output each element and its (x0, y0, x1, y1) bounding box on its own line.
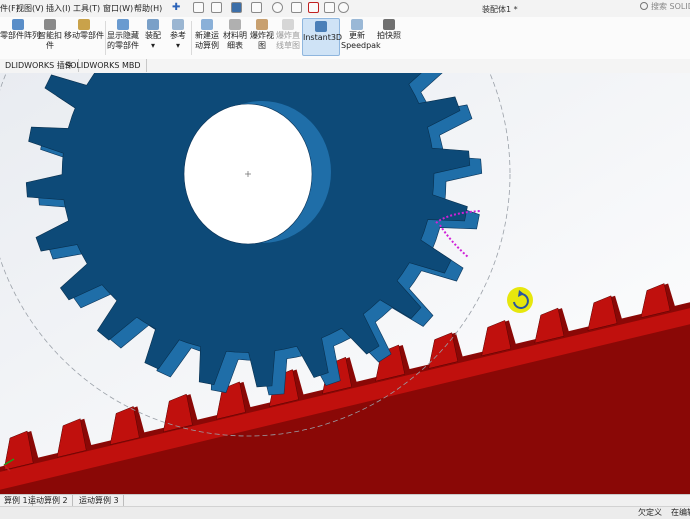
save-icon[interactable] (231, 2, 242, 13)
exploded-view-button[interactable]: 爆炸视 图 (250, 19, 274, 51)
print-icon[interactable] (251, 2, 262, 13)
search-icon (640, 2, 648, 10)
assembly-features-icon (147, 19, 159, 30)
take-snapshot-button[interactable]: 拍快照 (377, 19, 401, 41)
component-pattern-button[interactable]: 零部件阵列 (0, 19, 40, 41)
menu-insert[interactable]: 插入(I) (46, 3, 71, 14)
show-hidden-components-button[interactable]: 显示隐藏 的零部件 (107, 19, 139, 51)
rebuild-icon[interactable] (308, 2, 319, 13)
component-pattern-icon (12, 19, 24, 30)
open-document-icon[interactable] (211, 2, 222, 13)
instant3d-icon (315, 21, 327, 32)
update-speedpak-button[interactable]: 更新 Speedpak (341, 19, 381, 51)
assembly-features-button[interactable]: 装配 ▾ (143, 19, 163, 51)
command-manager-ribbon: 零部件阵列 智能扣 件 移动零部件 显示隐藏 的零部件 装配 ▾ 参考 ▾ 新建… (0, 17, 690, 60)
pin-icon[interactable]: ✚ (172, 2, 180, 13)
menu-tools[interactable]: 工具(T) (73, 3, 100, 14)
document-title: 装配体1 * (482, 5, 518, 14)
reference-geometry-icon (172, 19, 184, 30)
snapshot-icon (383, 19, 395, 30)
new-document-icon[interactable] (193, 2, 204, 13)
menu-window[interactable]: 窗口(W) (103, 3, 133, 14)
reference-geometry-button[interactable]: 参考 ▾ (168, 19, 188, 51)
move-component-icon (78, 19, 90, 30)
explode-line-sketch-icon (282, 19, 294, 30)
bill-of-materials-button[interactable]: 材料明 细表 (223, 19, 247, 51)
tab-motion-study-2[interactable]: 运动算例 2 (24, 495, 73, 506)
tab-motion-study-3[interactable]: 运动算例 3 (75, 495, 124, 506)
explode-line-sketch-button[interactable]: 爆炸直 线草图 (276, 19, 300, 51)
graphics-canvas (0, 0, 690, 494)
ribbon-separator (105, 21, 106, 55)
move-component-button[interactable]: 移动零部件 (64, 19, 104, 41)
status-bar: 欠定义 在编辑 (0, 506, 690, 519)
speedpak-icon (351, 19, 363, 30)
instant3d-button[interactable]: Instant3D (302, 18, 342, 56)
editing-status: 在编辑 (671, 508, 690, 517)
graphics-area[interactable] (0, 0, 690, 494)
new-motion-study-button[interactable]: 新建运 动算例 (194, 19, 220, 51)
bill-of-materials-icon (229, 19, 241, 30)
exploded-view-icon (256, 19, 268, 30)
smart-fastener-icon (44, 19, 56, 30)
ribbon-separator (191, 21, 192, 55)
undo-icon[interactable] (272, 2, 283, 13)
tab-solidworks-mbd[interactable]: SOLIDWORKS MBD (60, 59, 147, 72)
select-icon[interactable] (291, 2, 302, 13)
menu-view[interactable]: 视图(V) (16, 3, 44, 14)
command-manager-tabs: DLIDWORKS 插件 SOLIDWORKS MBD (0, 59, 690, 74)
definition-status: 欠定义 (638, 508, 662, 517)
options-gear-icon[interactable] (338, 2, 349, 13)
menu-help[interactable]: 帮助(H) (134, 3, 162, 14)
rotate-component-indicator[interactable] (507, 287, 533, 313)
smart-fastener-button[interactable]: 智能扣 件 (38, 19, 62, 51)
show-hidden-icon (117, 19, 129, 30)
search-input[interactable]: 搜索 SOLIDWORKS (640, 1, 690, 15)
menu-bar: 件(F) 视图(V) 插入(I) 工具(T) 窗口(W) 帮助(H) ✚ 装配体… (0, 0, 690, 18)
file-properties-icon[interactable] (324, 2, 335, 13)
new-motion-study-icon (201, 19, 213, 30)
